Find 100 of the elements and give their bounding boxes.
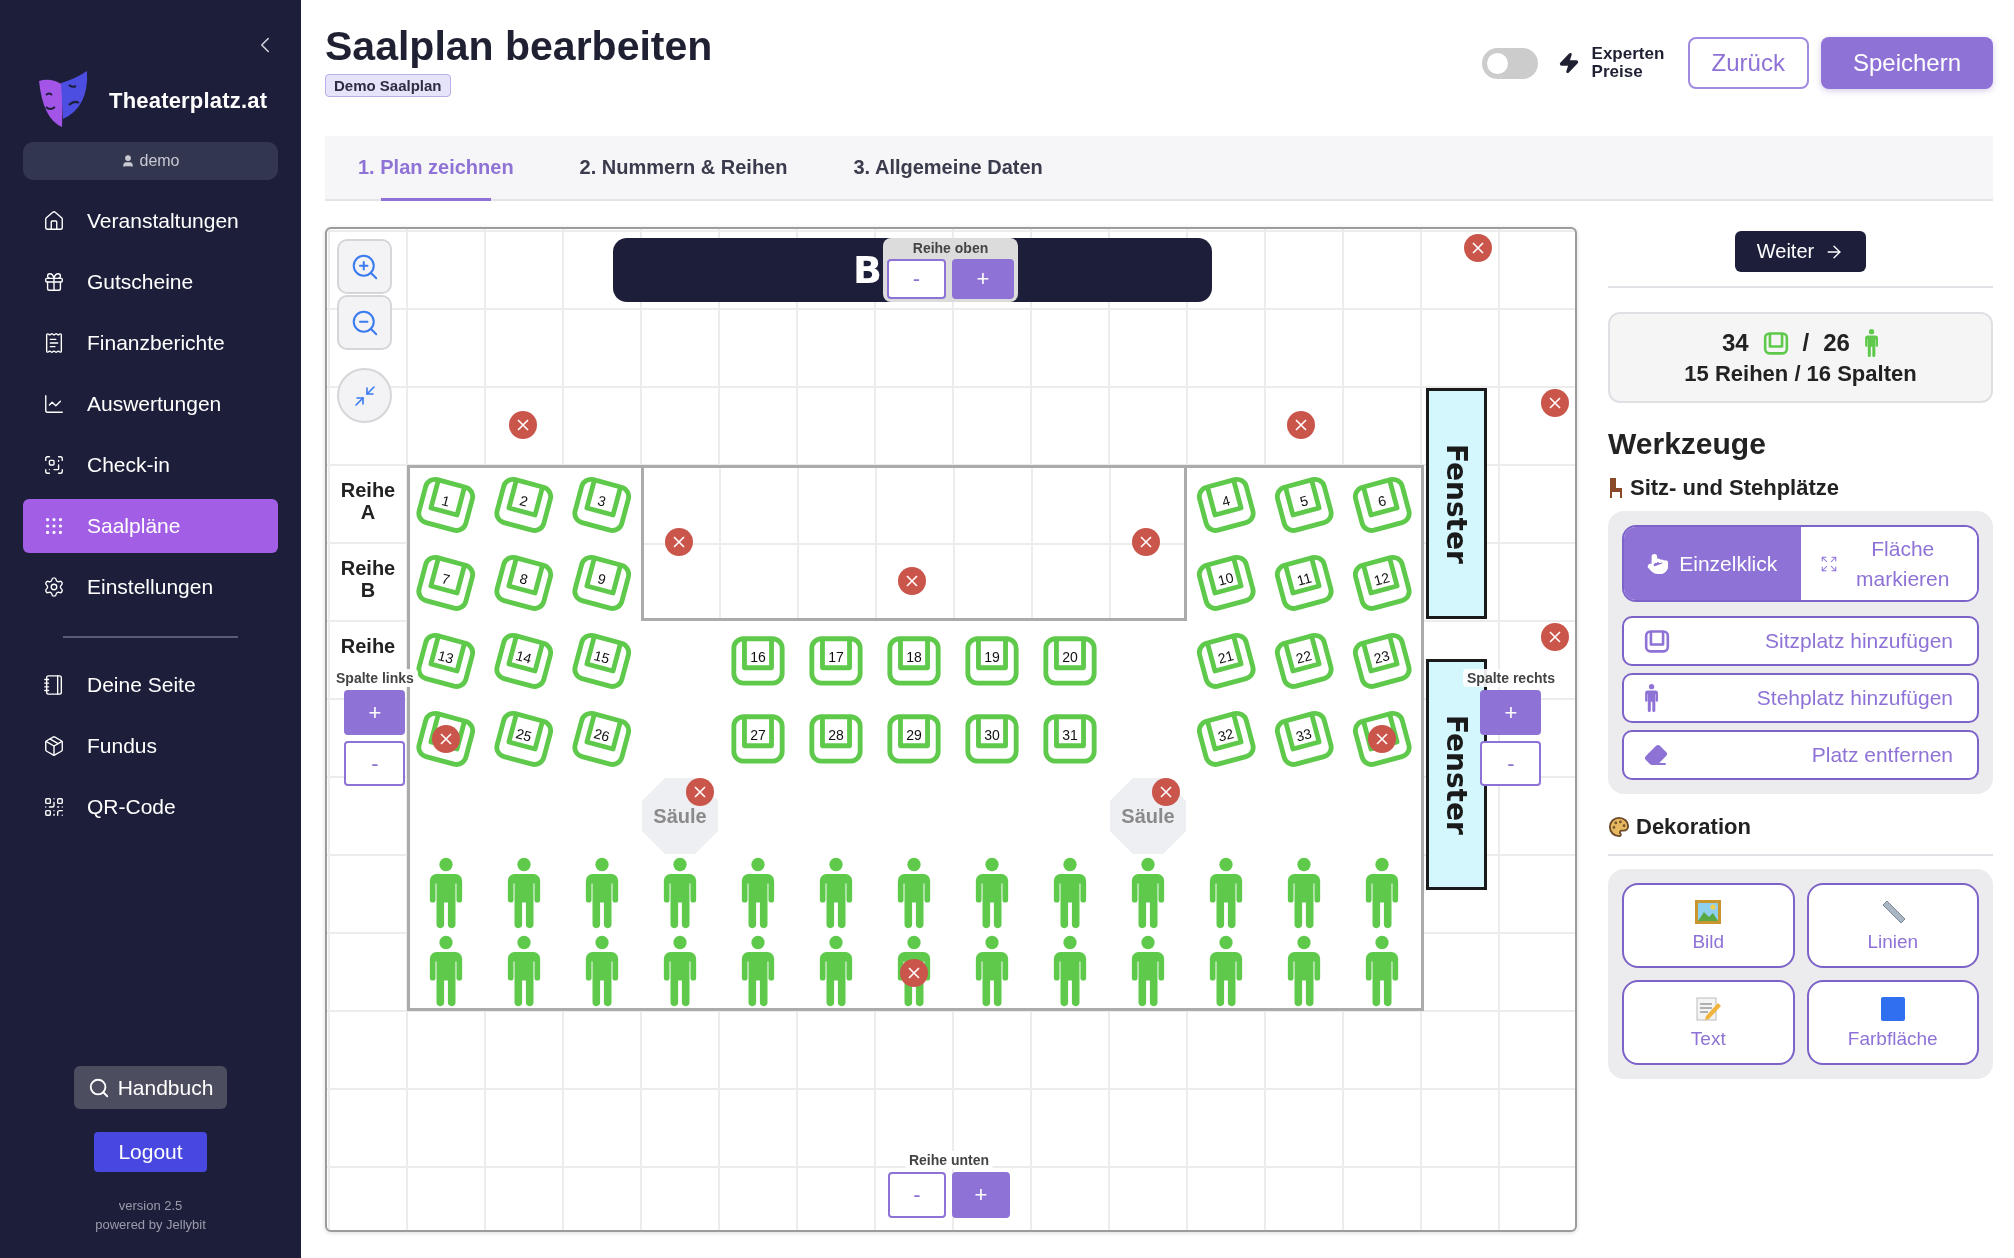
armchair-icon <box>1762 329 1789 356</box>
qr-scan-icon <box>43 454 65 476</box>
remove-icon[interactable] <box>1541 389 1569 417</box>
zoom-in-button[interactable] <box>337 239 392 294</box>
nav-item[interactable]: Deine Seite <box>23 658 278 712</box>
help-button[interactable]: Handbuch <box>73 1066 228 1109</box>
tab[interactable]: 1. Plan zeichnen <box>325 136 547 199</box>
standing-place[interactable] <box>505 857 543 929</box>
standing-place[interactable] <box>583 935 621 1007</box>
standing-place[interactable] <box>1363 935 1401 1007</box>
nav-item[interactable]: Check-in <box>23 438 278 492</box>
logout-button[interactable]: Logout <box>94 1132 207 1172</box>
user-icon <box>121 154 136 168</box>
remove-column-button[interactable]: - <box>344 741 406 786</box>
remove-icon[interactable] <box>1368 725 1396 753</box>
tool-button[interactable]: Platz entfernen <box>1622 730 1979 780</box>
nav-item[interactable]: Auswertungen <box>23 377 278 431</box>
standing-place[interactable] <box>1129 857 1167 929</box>
page-title: Saalplan bearbeiten <box>325 22 713 70</box>
remove-icon[interactable] <box>1464 234 1492 262</box>
remove-icon[interactable] <box>1287 411 1315 439</box>
standing-place[interactable] <box>1051 857 1089 929</box>
gift-icon <box>43 271 65 293</box>
add-row-button[interactable]: + <box>952 1172 1010 1218</box>
standing-place[interactable] <box>817 935 855 1007</box>
settings-icon <box>43 576 65 598</box>
standing-place[interactable] <box>661 857 699 929</box>
eraser-icon <box>1644 743 1668 767</box>
back-button[interactable]: Zurück <box>1687 37 1809 89</box>
remove-icon[interactable] <box>1152 778 1180 806</box>
nav-item[interactable]: QR-Code <box>23 780 278 834</box>
standing-place[interactable] <box>505 935 543 1007</box>
remove-column-button[interactable]: - <box>1480 741 1542 786</box>
decoration-button[interactable]: Farbfläche <box>1806 980 1979 1065</box>
standing-place[interactable] <box>1207 857 1245 929</box>
tab[interactable]: 2. Nummern & Reihen <box>546 136 821 199</box>
remove-icon[interactable] <box>1132 528 1160 556</box>
nav-item[interactable]: Gutscheine <box>23 255 278 309</box>
grid-icon <box>43 515 65 537</box>
remove-row-button[interactable]: - <box>887 259 946 299</box>
expert-prices-toggle[interactable] <box>1481 47 1538 79</box>
remove-icon[interactable] <box>686 778 714 806</box>
standing-place[interactable] <box>973 935 1011 1007</box>
remove-icon[interactable] <box>509 411 537 439</box>
standing-place[interactable] <box>1129 935 1167 1007</box>
nav-item[interactable]: Einstellungen <box>23 560 278 614</box>
standing-place[interactable] <box>427 935 465 1007</box>
decoration-button[interactable]: Linien <box>1806 883 1979 968</box>
save-button[interactable]: Speichern <box>1820 37 1993 89</box>
tool-button[interactable]: Stehplatz hinzufügen <box>1622 673 1979 723</box>
seat-count: 34 <box>1721 328 1749 357</box>
standing-place[interactable] <box>1207 935 1245 1007</box>
standing-place[interactable] <box>895 857 933 929</box>
mode-toggle[interactable]: Einzelklick <box>1624 527 1801 600</box>
standing-place[interactable] <box>1051 935 1089 1007</box>
standing-place[interactable] <box>973 857 1011 929</box>
tab[interactable]: 3. Allgemeine Daten <box>820 136 1076 199</box>
next-button[interactable]: Weiter <box>1734 231 1867 272</box>
zoom-out-button[interactable] <box>337 295 392 350</box>
remove-icon[interactable] <box>898 567 926 595</box>
nav-item[interactable]: Saalpläne <box>23 499 278 553</box>
brand-name: Theaterplatz.at <box>109 88 268 114</box>
stage[interactable]: B Reihe oben - + <box>613 238 1212 302</box>
standing-place[interactable] <box>739 857 777 929</box>
notebook-icon <box>43 674 65 696</box>
standing-place[interactable] <box>661 935 699 1007</box>
tool-button[interactable]: Sitzplatz hinzufügen <box>1622 616 1979 666</box>
fit-view-button[interactable] <box>337 368 392 423</box>
nav-item[interactable]: Veranstaltungen <box>23 194 278 248</box>
add-row-button[interactable]: + <box>952 259 1014 299</box>
remove-icon[interactable] <box>900 959 928 987</box>
remove-icon[interactable] <box>665 528 693 556</box>
minimize-icon <box>352 383 377 408</box>
standing-place[interactable] <box>1285 857 1323 929</box>
hand-pointer-icon <box>1647 552 1670 575</box>
window-element[interactable]: Fenster <box>1426 388 1487 619</box>
user-name: demo <box>139 152 180 170</box>
standing-place[interactable] <box>1363 857 1401 929</box>
decoration-button[interactable]: Bild <box>1622 883 1795 968</box>
version-text: version 2.5 <box>118 1198 183 1213</box>
remove-row-button[interactable]: - <box>888 1172 946 1218</box>
remove-icon[interactable] <box>1541 623 1569 651</box>
standing-place[interactable] <box>739 935 777 1007</box>
standing-place[interactable] <box>427 857 465 929</box>
standing-place[interactable] <box>817 857 855 929</box>
square-icon <box>1878 995 1907 1022</box>
standing-place[interactable] <box>583 857 621 929</box>
nav-item[interactable]: Finanzberichte <box>23 316 278 370</box>
decoration-button[interactable]: Text <box>1622 980 1795 1065</box>
standing-place[interactable] <box>1285 935 1323 1007</box>
expand-icon <box>1819 554 1838 573</box>
seat-plan-canvas[interactable] <box>325 227 1577 1232</box>
palette-icon <box>1608 816 1630 838</box>
nav-item[interactable]: Fundus <box>23 719 278 773</box>
stage-label: B <box>853 248 882 292</box>
add-column-button[interactable]: + <box>344 690 406 735</box>
decoration-heading: Dekoration <box>1636 814 1751 840</box>
add-column-button[interactable]: + <box>1480 690 1542 735</box>
remove-icon[interactable] <box>432 725 460 753</box>
framed-picture-icon <box>1694 898 1723 925</box>
